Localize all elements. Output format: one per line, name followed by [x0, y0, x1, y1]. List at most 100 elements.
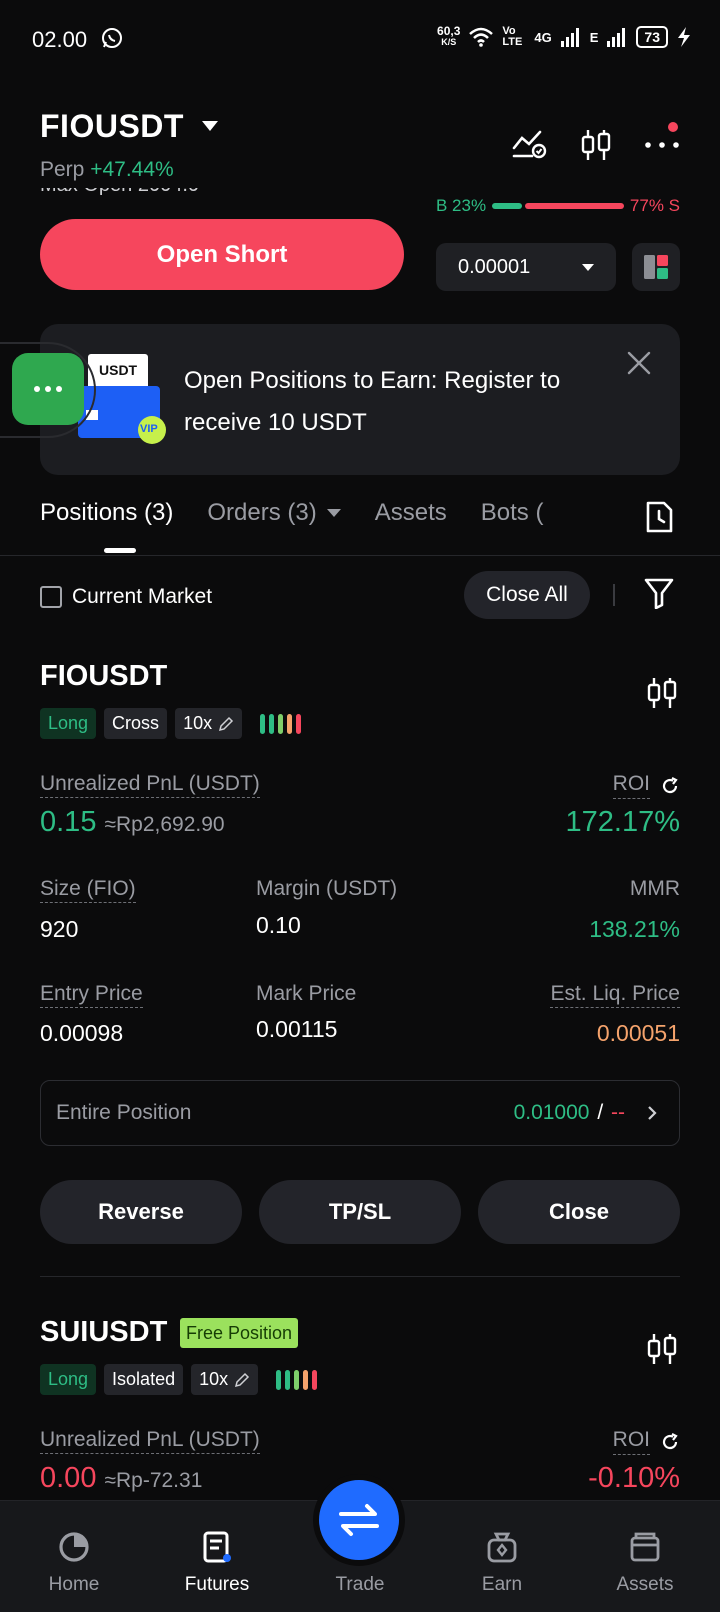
indicator-chart-icon[interactable] — [512, 130, 548, 160]
risk-level-indicator — [276, 1369, 318, 1390]
tabs-divider — [0, 555, 720, 556]
upnl-value-2: 0.00 — [40, 1462, 97, 1494]
price-step-value: 0.00001 — [458, 255, 531, 278]
floating-chat-button[interactable] — [12, 353, 84, 425]
liq-price-value: 0.00051 — [596, 1020, 680, 1046]
pair-selector[interactable]: FIOUSDT — [40, 108, 184, 145]
entire-tp-value: 0.01000 — [513, 1101, 590, 1124]
tab-positions[interactable]: Positions (3) — [40, 499, 173, 527]
entire-sl-value: -- — [611, 1101, 625, 1124]
nav-futures[interactable]: Futures — [162, 1530, 272, 1596]
position-symbol[interactable]: FIOUSDT — [40, 660, 167, 693]
position-symbol-2[interactable]: SUIUSDT — [40, 1316, 167, 1349]
tab-bots[interactable]: Bots ( — [481, 499, 544, 527]
leverage-value: 10x — [183, 713, 213, 733]
more-icon[interactable] — [644, 140, 680, 150]
upnl-idr: ≈Rp2,692.90 — [104, 813, 225, 836]
nav-home[interactable]: Home — [19, 1530, 129, 1596]
tpsl-button[interactable]: TP/SL — [259, 1180, 461, 1244]
nav-assets[interactable]: Assets — [590, 1530, 700, 1596]
liq-price-label: Est. Liq. Price — [550, 982, 680, 1008]
ratio-bar — [492, 203, 624, 209]
open-short-button[interactable]: Open Short — [40, 219, 404, 290]
chevron-down-icon — [582, 263, 594, 271]
entry-price-value: 0.00098 — [40, 1020, 124, 1046]
volte-label: Vo LTE — [502, 25, 523, 48]
tab-active-indicator — [104, 548, 136, 553]
close-all-button[interactable]: Close All — [464, 571, 590, 619]
nav-earn[interactable]: Earn — [447, 1530, 557, 1596]
nav-earn-label: Earn — [481, 1574, 523, 1595]
signal-icon-2 — [607, 28, 626, 47]
risk-level-indicator — [260, 713, 302, 734]
close-position-button[interactable]: Close — [478, 1180, 680, 1244]
side-tag: Long — [40, 1364, 97, 1395]
history-icon[interactable] — [644, 500, 674, 534]
leverage-value: 10x — [199, 1369, 229, 1389]
mmr-label: MMR — [629, 877, 680, 900]
price-step-select[interactable]: 0.00001 — [436, 243, 616, 291]
reverse-button[interactable]: Reverse — [40, 1180, 242, 1244]
roi-label: ROI — [612, 772, 680, 799]
nav-assets-label: Assets — [616, 1574, 674, 1595]
divider — [613, 584, 615, 606]
refresh-icon[interactable] — [660, 776, 680, 796]
chevron-right-icon — [648, 1106, 657, 1120]
max-open-row-clipped: Max Open 2004.0 — [40, 188, 420, 196]
entire-position-tpsl[interactable]: Entire Position 0.01000 / -- — [40, 1080, 680, 1146]
margin-mode-tag: Cross — [104, 708, 168, 739]
filter-icon[interactable] — [644, 577, 674, 609]
tab-orders-label: Orders (3) — [207, 499, 317, 526]
chevron-down-icon[interactable] — [202, 121, 218, 131]
leverage-tag[interactable]: 10x — [175, 708, 243, 739]
ratio-bar-sell — [524, 203, 624, 209]
current-market-filter[interactable]: Current Market — [40, 585, 212, 609]
chevron-down-icon — [326, 509, 341, 517]
signal-icon — [560, 28, 579, 47]
sell-ratio: 77% S — [629, 196, 680, 215]
tab-orders[interactable]: Orders (3) — [207, 499, 341, 527]
nav-trade[interactable]: Trade — [305, 1574, 415, 1596]
buy-sell-ratio: B 23% 77% S — [436, 196, 680, 216]
candlestick-icon[interactable] — [646, 676, 678, 710]
perp-info: Perp +47.44% — [40, 158, 174, 182]
orderbook-layout-button[interactable] — [632, 243, 680, 291]
tab-assets[interactable]: Assets — [375, 499, 447, 527]
roi-value: 172.17% — [565, 806, 681, 838]
entire-position-label: Entire Position — [56, 1101, 192, 1124]
edit-icon — [219, 716, 234, 731]
futures-icon — [203, 1531, 231, 1563]
notification-dot — [668, 122, 678, 132]
upnl-value: 0.15 — [40, 806, 97, 838]
position-tags: Long Cross 10x — [40, 708, 302, 739]
entire-separator: / — [591, 1101, 609, 1124]
close-icon[interactable] — [626, 350, 652, 376]
margin-value: 0.10 — [256, 912, 301, 938]
wallet-icon — [630, 1532, 660, 1562]
promo-text: Open Positions to Earn: Register to rece… — [184, 367, 561, 436]
header-actions — [512, 128, 680, 162]
candlestick-icon[interactable] — [646, 1332, 678, 1366]
upnl-idr-2: ≈Rp-72.31 — [104, 1469, 203, 1492]
tabs-fade — [590, 492, 626, 544]
orderbook-layout-icon — [644, 255, 668, 279]
leverage-tag[interactable]: 10x — [191, 1364, 259, 1395]
charging-icon — [678, 27, 690, 47]
edit-icon — [235, 1372, 250, 1387]
net-speed: 60,3 — [437, 24, 461, 38]
nav-home-label: Home — [48, 1574, 100, 1595]
trade-fab-button[interactable] — [313, 1474, 405, 1566]
usdt-card-label: USDT — [99, 362, 138, 378]
margin-mode-tag: Isolated — [104, 1364, 184, 1395]
battery-indicator: 73 — [636, 26, 668, 48]
vip-badge: VIP — [140, 423, 158, 435]
mark-price-value: 0.00115 — [256, 1016, 338, 1042]
edge-label: E — [589, 29, 599, 45]
chat-dots-icon — [34, 386, 62, 392]
wifi-icon — [469, 27, 494, 47]
candlestick-icon[interactable] — [580, 128, 612, 162]
current-market-checkbox[interactable] — [40, 586, 62, 608]
swap-arrows-icon — [339, 1504, 379, 1536]
margin-label: Margin (USDT) — [256, 877, 398, 900]
roi-value-2: -0.10% — [588, 1462, 680, 1494]
